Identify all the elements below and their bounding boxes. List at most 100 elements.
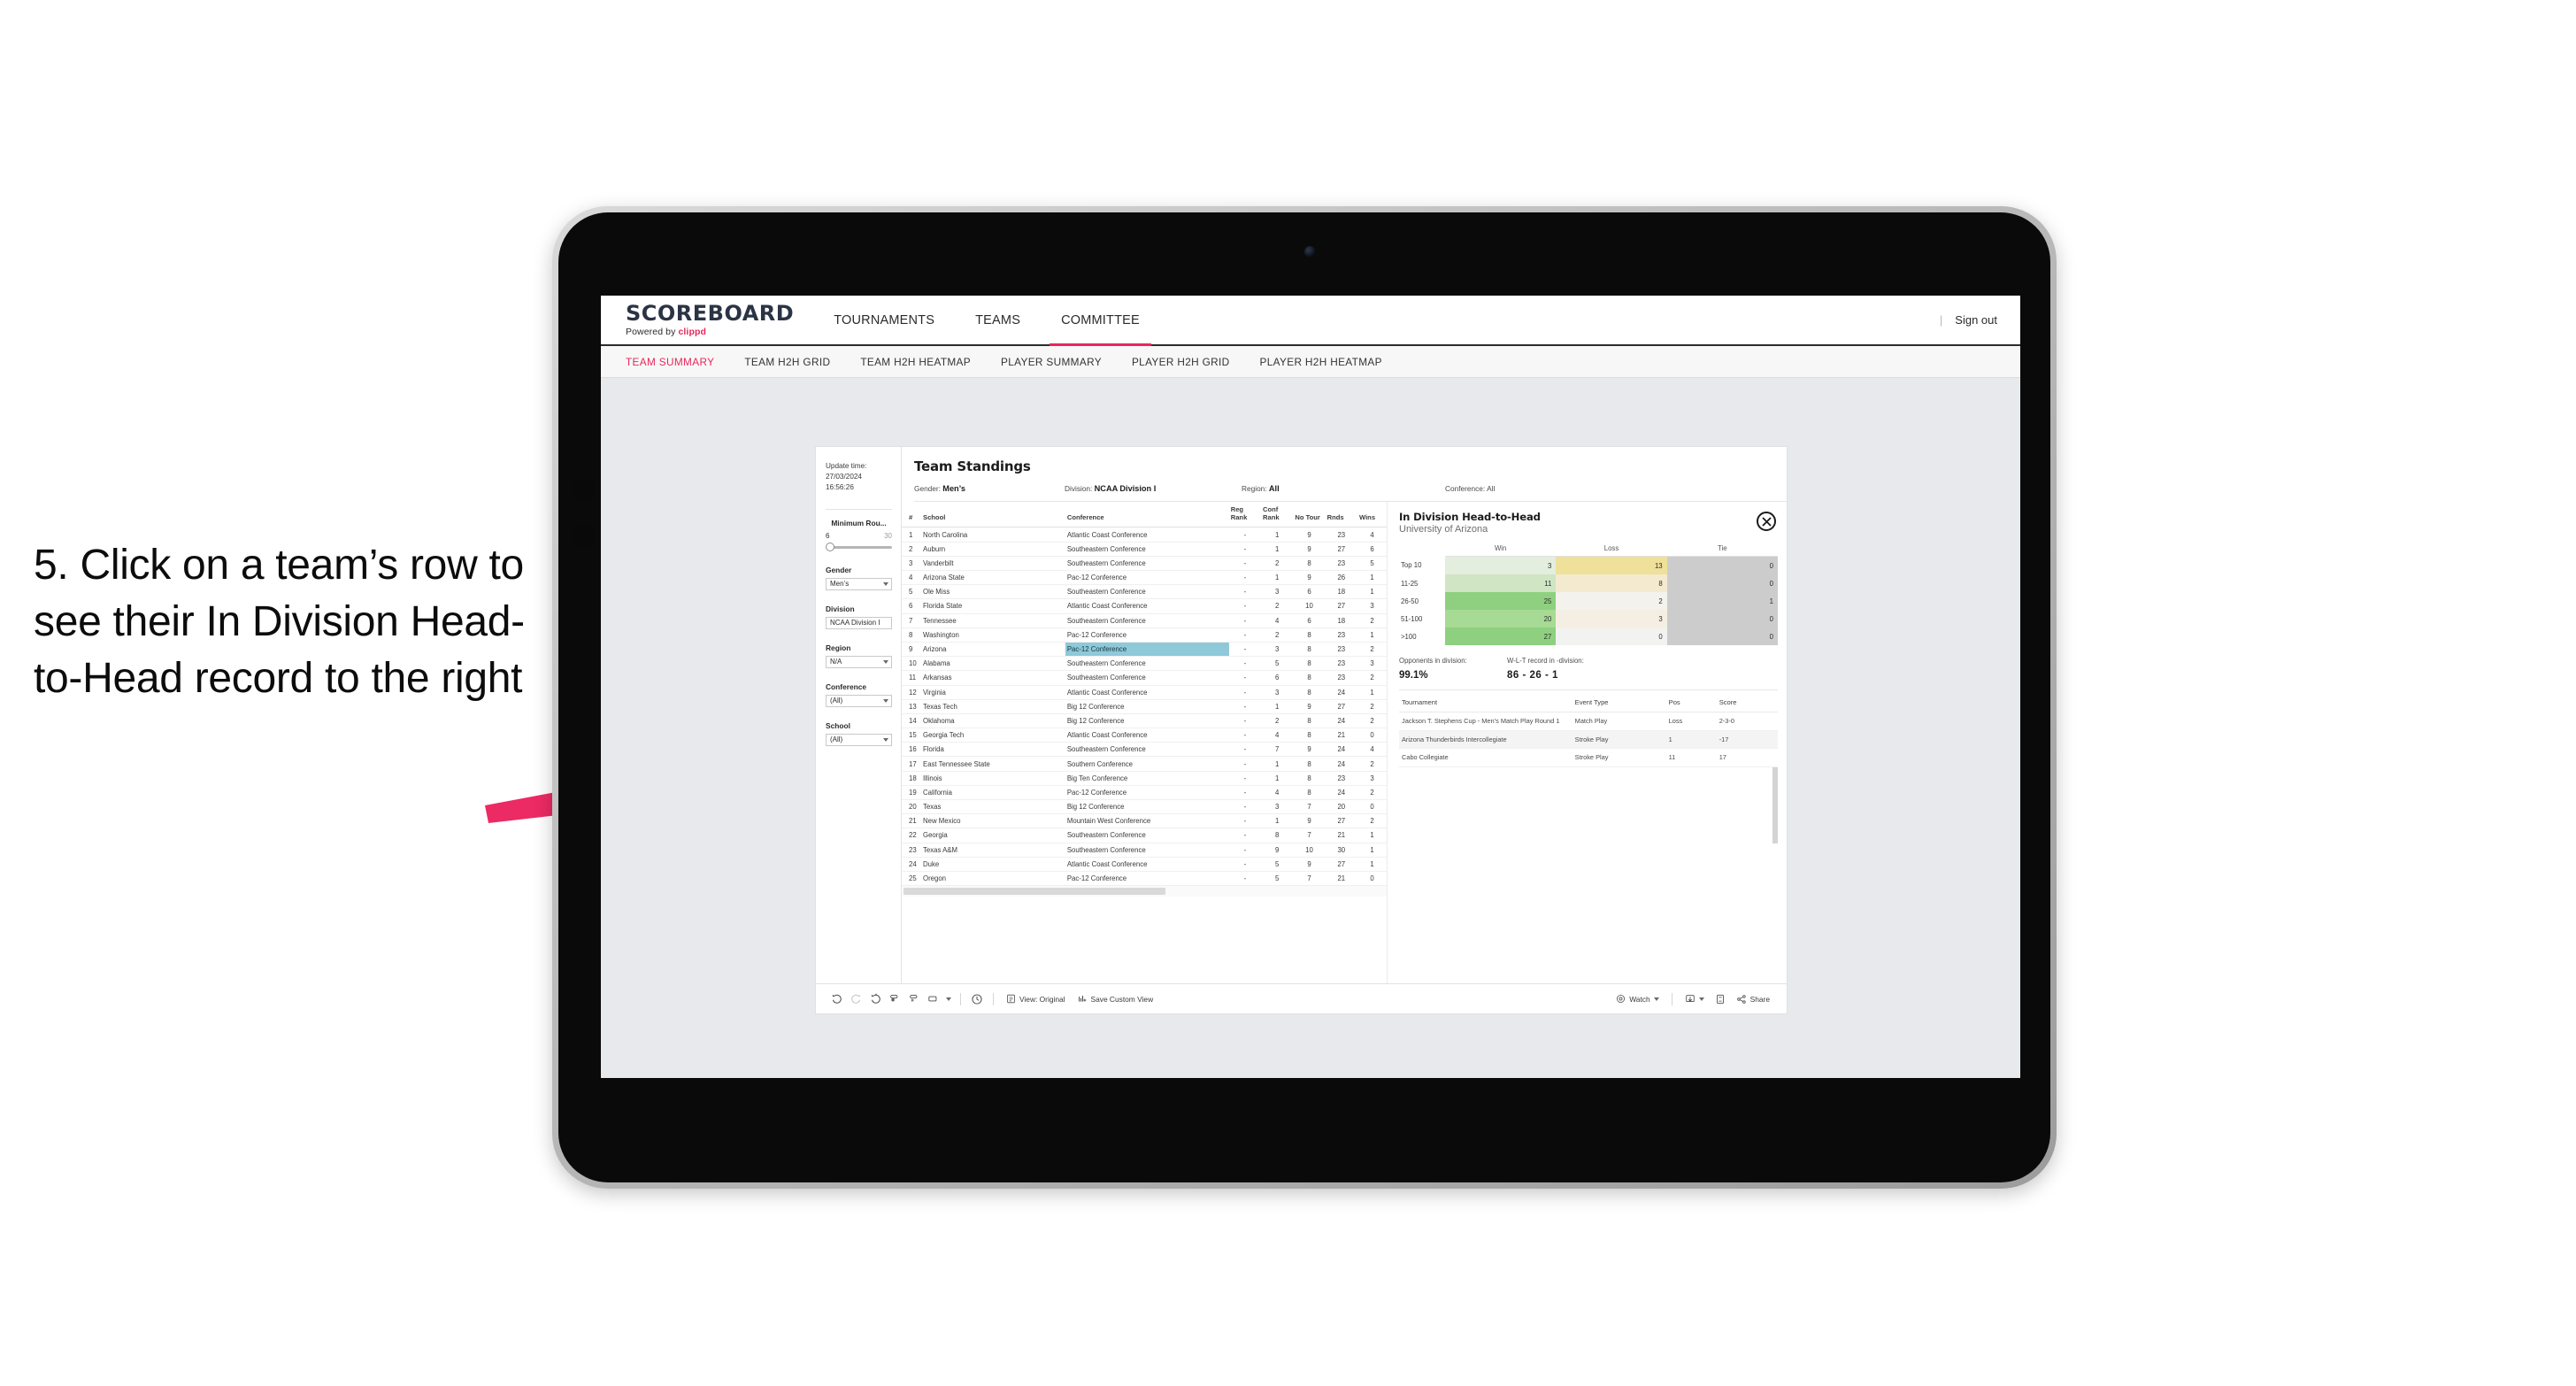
page-title: Team Standings — [914, 458, 1031, 474]
device-layout-icon[interactable] — [924, 989, 943, 1009]
minimum-rounds-slider[interactable] — [826, 542, 892, 551]
share-button[interactable]: Share — [1730, 994, 1776, 1005]
table-row[interactable]: 13 Texas Tech Big 12 Conference -1 9 27 2 — [902, 699, 1387, 714]
col-conference[interactable]: Conference — [1065, 502, 1229, 528]
col-wins[interactable]: Wins — [1357, 502, 1387, 528]
h2h-tie-cell: 0 — [1666, 574, 1778, 592]
nav-item-teams[interactable]: TEAMS — [955, 296, 1041, 344]
table-row[interactable]: 11 Arkansas Southeastern Conference -6 8 23 2 — [902, 670, 1387, 686]
table-row[interactable]: 16 Florida Southeastern Conference -7 9 24 4 — [902, 742, 1387, 758]
filter-conference-label: Conference — [826, 681, 867, 691]
horizontal-scrollbar-thumb[interactable] — [904, 888, 1165, 896]
filter-gender-select[interactable]: Men’s — [826, 577, 892, 590]
cell-wins: 4 — [1357, 742, 1387, 758]
filter-school-value: (All) — [830, 735, 843, 744]
table-row[interactable]: 4 Arizona State Pac-12 Conference -1 9 26 1 — [902, 570, 1387, 586]
refresh-data-icon[interactable] — [885, 989, 904, 1009]
table-row[interactable]: 18 Illinois Big Ten Conference -1 8 23 3 — [902, 771, 1387, 786]
table-row[interactable]: 12 Virginia Atlantic Coast Conference -3 8 24… — [902, 685, 1387, 700]
table-row[interactable]: 15 Georgia Tech Atlantic Coast Conference -… — [902, 728, 1387, 743]
cell-school: Oregon — [921, 871, 1065, 887]
sign-out-link[interactable]: Sign out — [1955, 313, 1997, 327]
cell-rnds: 23 — [1325, 670, 1357, 686]
subnav-item-player-summary[interactable]: PLAYER SUMMARY — [1001, 356, 1117, 368]
table-row[interactable]: 2 Auburn Southeastern Conference -1 9 27 6 — [902, 542, 1387, 557]
save-custom-view-button[interactable]: Save Custom View — [1072, 994, 1160, 1004]
cell-rnds: 27 — [1325, 857, 1357, 872]
brand-logo[interactable]: SCOREBOARD Powered by clippd — [601, 296, 813, 344]
cell-conf-rank: 5 — [1261, 871, 1294, 887]
col-reg-rank[interactable]: Reg Rank — [1228, 502, 1262, 528]
table-row[interactable]: 23 Texas A&M Southeastern Conference -9 10 30… — [902, 843, 1387, 858]
col-conf-rank[interactable]: Conf Rank — [1261, 502, 1294, 528]
summary-conference-value: All — [1487, 484, 1496, 493]
cell-school: Oklahoma — [921, 713, 1065, 729]
chevron-down-icon — [883, 737, 888, 742]
dashboard-background: Update time: 27/03/2024 16:56:26 Minimum… — [601, 380, 2020, 1078]
table-row[interactable]: 20 Texas Big 12 Conference -3 7 20 0 — [902, 799, 1387, 815]
volume-up-button[interactable] — [573, 478, 596, 501]
table-row[interactable]: 24 Duke Atlantic Coast Conference -5 9 27 1 — [902, 857, 1387, 872]
col-rank[interactable]: # — [902, 502, 921, 528]
dashboard-main: Team Standings Gender: Men’s Division: N… — [902, 447, 1787, 983]
volume-down-button[interactable] — [573, 524, 596, 547]
table-row[interactable]: 1 North Carolina Atlantic Coast Conference… — [902, 527, 1387, 543]
table-row[interactable]: 7 Tennessee Southeastern Conference -4 6 18 2 — [902, 613, 1387, 628]
filter-conference-select[interactable]: (All) — [826, 694, 892, 707]
vertical-scrollbar-thumb[interactable] — [1772, 767, 1778, 843]
cell-reg-rank: - — [1228, 728, 1262, 743]
cell-school: Texas A&M — [921, 843, 1065, 858]
filter-conference-value: (All) — [830, 697, 843, 705]
table-row[interactable]: 5 Ole Miss Southeastern Conference -3 6 18 1 — [902, 584, 1387, 600]
filter-division-select[interactable]: NCAA Division I — [826, 616, 892, 629]
filter-region-select[interactable]: N/A — [826, 655, 892, 668]
download-button[interactable] — [1679, 994, 1711, 1005]
revert-icon[interactable] — [865, 989, 885, 1009]
horizontal-scrollbar[interactable] — [902, 886, 1387, 897]
h2h-loss-cell: 0 — [1556, 628, 1667, 645]
subnav-item-team-h2h-grid[interactable]: TEAM H2H GRID — [744, 356, 845, 368]
close-icon[interactable] — [1757, 512, 1776, 531]
table-row[interactable]: 17 East Tennessee State Southern Conferenc… — [902, 756, 1387, 772]
cell-school: California — [921, 785, 1065, 801]
col-rnds[interactable]: Rnds — [1325, 502, 1357, 528]
filter-school-select[interactable]: (All) — [826, 733, 892, 746]
pause-updates-icon[interactable] — [904, 989, 924, 1009]
nav-item-committee[interactable]: COMMITTEE — [1041, 296, 1160, 346]
table-row[interactable]: 19 California Pac-12 Conference -4 8 24 2 — [902, 785, 1387, 801]
table-row[interactable]: 3 Vanderbilt Southeastern Conference -2 8 23 5 — [902, 556, 1387, 572]
fullscreen-icon[interactable] — [1711, 989, 1730, 1009]
table-row[interactable]: 14 Oklahoma Big 12 Conference -2 8 24 2 — [902, 713, 1387, 729]
device-layout-caret-icon[interactable] — [943, 989, 954, 1009]
nav-item-tournaments[interactable]: TOURNAMENTS — [813, 296, 955, 344]
view-original-button[interactable]: View: Original — [1000, 994, 1072, 1004]
cell-conference: Southeastern Conference — [1065, 542, 1229, 557]
col-no-tour[interactable]: No Tour — [1293, 502, 1326, 528]
secondary-nav: TEAM SUMMARY TEAM H2H GRID TEAM H2H HEAT… — [601, 346, 2020, 378]
cell-conf-rank: 1 — [1261, 813, 1294, 829]
table-row[interactable]: 6 Florida State Atlantic Coast Conference -… — [902, 598, 1387, 614]
subnav-item-team-h2h-heatmap[interactable]: TEAM H2H HEATMAP — [860, 356, 986, 368]
redo-icon[interactable] — [846, 989, 865, 1009]
table-row[interactable]: 21 New Mexico Mountain West Conference -1 9 2… — [902, 813, 1387, 829]
watch-label: Watch — [1629, 994, 1650, 1004]
brand-title: SCOREBOARD — [626, 301, 795, 326]
subnav-item-player-h2h-grid[interactable]: PLAYER H2H GRID — [1132, 356, 1245, 368]
cell-rnds: 24 — [1325, 685, 1357, 700]
table-row[interactable]: 9 Arizona Pac-12 Conference -3 8 23 2 — [902, 642, 1387, 658]
table-row[interactable]: 8 Washington Pac-12 Conference -2 8 23 1 — [902, 628, 1387, 643]
save-custom-view-label: Save Custom View — [1090, 994, 1154, 1004]
subnav-item-player-h2h-heatmap[interactable]: PLAYER H2H HEATMAP — [1260, 356, 1397, 368]
watch-button[interactable]: Watch — [1610, 994, 1665, 1004]
cell-reg-rank: - — [1228, 813, 1262, 829]
undo-icon[interactable] — [827, 989, 846, 1009]
cell-rank: 8 — [902, 628, 921, 643]
pause-auto-update-icon[interactable] — [967, 989, 987, 1009]
table-row[interactable]: 22 Georgia Southeastern Conference -8 7 21 1 — [902, 828, 1387, 843]
cell-rnds: 26 — [1325, 570, 1357, 586]
subnav-item-team-summary[interactable]: TEAM SUMMARY — [626, 356, 729, 368]
table-row[interactable]: 10 Alabama Southeastern Conference -5 8 23 3 — [902, 656, 1387, 672]
table-row[interactable]: 25 Oregon Pac-12 Conference -5 7 21 0 — [902, 871, 1387, 887]
col-school[interactable]: School — [921, 502, 1065, 528]
slider-handle[interactable] — [826, 542, 834, 551]
